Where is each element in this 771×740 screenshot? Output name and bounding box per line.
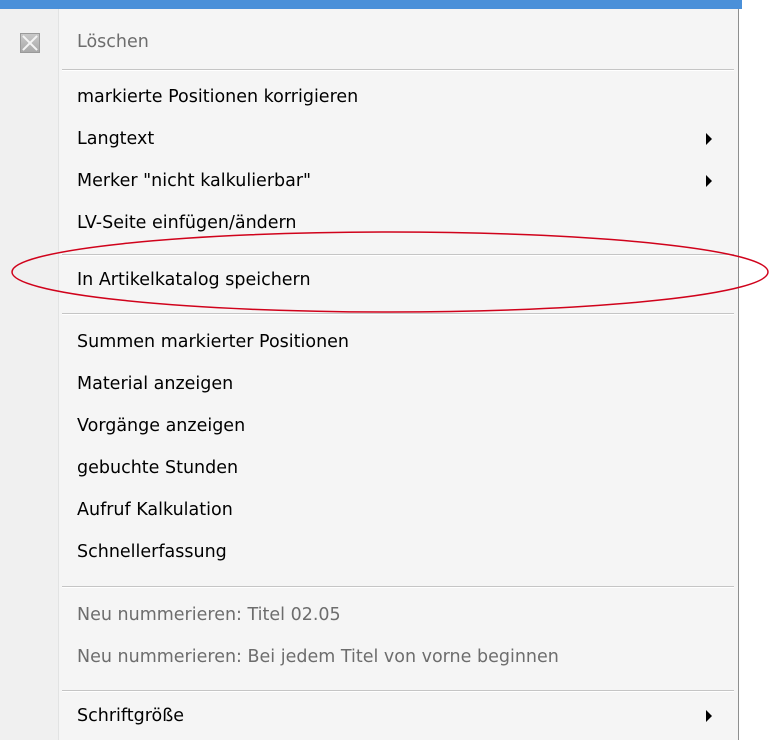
menu-item-neu-nummerieren-titel: Neu nummerieren: Titel 02.05: [0, 594, 738, 636]
submenu-arrow-icon: [706, 133, 712, 145]
submenu-arrow-icon: [706, 175, 712, 187]
menu-item-schriftgroesse[interactable]: Schriftgröße: [0, 695, 738, 737]
menu-item-label: gebuchte Stunden: [77, 458, 239, 478]
menu-item-label: markierte Positionen korrigieren: [77, 87, 359, 107]
menu-separator: [62, 69, 734, 71]
title-bar-edge: [0, 0, 742, 9]
menu-item-label: Neu nummerieren: Bei jedem Titel von vor…: [77, 647, 559, 667]
submenu-arrow-icon: [706, 710, 712, 722]
menu-item-gebuchte-stunden[interactable]: gebuchte Stunden: [0, 447, 738, 489]
menu-item-schnellerfassung[interactable]: Schnellerfassung: [0, 531, 738, 573]
menu-item-label: Summen markierter Positionen: [77, 332, 350, 352]
menu-item-label: Vorgänge anzeigen: [77, 416, 246, 436]
menu-item-label: Schnellerfassung: [77, 542, 227, 562]
menu-item-label: Merker "nicht kalkulierbar": [77, 171, 312, 191]
menu-item-label: Aufruf Kalkulation: [77, 500, 233, 520]
menu-separator: [62, 254, 734, 256]
menu-item-label: Neu nummerieren: Titel 02.05: [77, 605, 341, 625]
menu-item-vorgaenge-anzeigen[interactable]: Vorgänge anzeigen: [0, 405, 738, 447]
menu-item-langtext[interactable]: Langtext: [0, 118, 738, 160]
menu-item-lv-seite-einfuegen[interactable]: LV-Seite einfügen/ändern: [0, 202, 738, 244]
menu-item-neu-nummerieren-jedem-titel: Neu nummerieren: Bei jedem Titel von vor…: [0, 636, 738, 678]
context-menu: Löschen markierte Positionen korrigieren…: [0, 9, 739, 740]
menu-item-merker-nicht-kalkulierbar[interactable]: Merker "nicht kalkulierbar": [0, 160, 738, 202]
delete-x-icon: [20, 33, 40, 53]
menu-item-summen-markierter-positionen[interactable]: Summen markierter Positionen: [0, 321, 738, 363]
menu-item-aufruf-kalkulation[interactable]: Aufruf Kalkulation: [0, 489, 738, 531]
menu-item-label: In Artikelkatalog speichern: [77, 270, 311, 290]
menu-separator: [62, 690, 734, 692]
menu-item-label: Löschen: [77, 32, 149, 52]
menu-item-in-artikelkatalog-speichern[interactable]: In Artikelkatalog speichern: [0, 259, 738, 301]
menu-item-material-anzeigen[interactable]: Material anzeigen: [0, 363, 738, 405]
menu-item-markierte-positionen-korrigieren[interactable]: markierte Positionen korrigieren: [0, 76, 738, 118]
menu-item-label: Material anzeigen: [77, 374, 234, 394]
menu-item-label: LV-Seite einfügen/ändern: [77, 213, 297, 233]
menu-separator: [62, 586, 734, 588]
menu-item-loeschen: Löschen: [0, 21, 738, 63]
menu-item-label: Schriftgröße: [77, 706, 185, 726]
menu-item-label: Langtext: [77, 129, 155, 149]
menu-separator: [62, 313, 734, 315]
